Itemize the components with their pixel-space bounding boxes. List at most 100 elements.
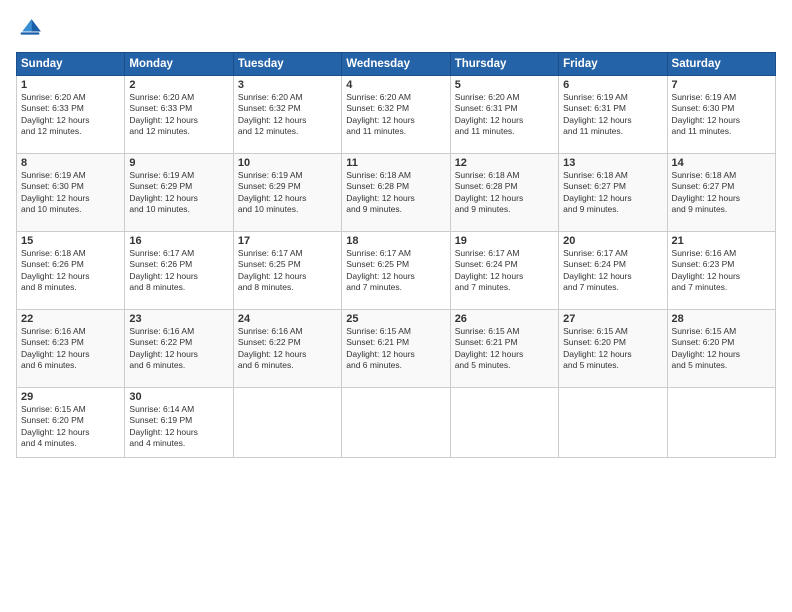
day-number: 6: [563, 79, 662, 91]
day-info: Sunrise: 6:16 AMSunset: 6:23 PMDaylight:…: [672, 248, 771, 294]
day-cell: 18Sunrise: 6:17 AMSunset: 6:25 PMDayligh…: [342, 232, 450, 310]
day-cell: [233, 388, 341, 458]
day-number: 29: [21, 391, 120, 403]
logo-icon: [16, 16, 44, 44]
day-cell: 20Sunrise: 6:17 AMSunset: 6:24 PMDayligh…: [559, 232, 667, 310]
day-number: 26: [455, 313, 554, 325]
day-info: Sunrise: 6:19 AMSunset: 6:31 PMDaylight:…: [563, 92, 662, 138]
calendar: SundayMondayTuesdayWednesdayThursdayFrid…: [16, 52, 776, 458]
day-cell: 12Sunrise: 6:18 AMSunset: 6:28 PMDayligh…: [450, 154, 558, 232]
day-number: 28: [672, 313, 771, 325]
day-info: Sunrise: 6:17 AMSunset: 6:24 PMDaylight:…: [563, 248, 662, 294]
col-header-thursday: Thursday: [450, 53, 558, 76]
day-cell: 27Sunrise: 6:15 AMSunset: 6:20 PMDayligh…: [559, 310, 667, 388]
day-number: 23: [129, 313, 228, 325]
day-info: Sunrise: 6:19 AMSunset: 6:29 PMDaylight:…: [129, 170, 228, 216]
day-cell: 29Sunrise: 6:15 AMSunset: 6:20 PMDayligh…: [17, 388, 125, 458]
day-number: 10: [238, 157, 337, 169]
day-info: Sunrise: 6:18 AMSunset: 6:27 PMDaylight:…: [672, 170, 771, 216]
day-number: 3: [238, 79, 337, 91]
day-info: Sunrise: 6:20 AMSunset: 6:32 PMDaylight:…: [238, 92, 337, 138]
day-info: Sunrise: 6:18 AMSunset: 6:28 PMDaylight:…: [346, 170, 445, 216]
day-info: Sunrise: 6:15 AMSunset: 6:20 PMDaylight:…: [672, 326, 771, 372]
day-cell: [559, 388, 667, 458]
page: SundayMondayTuesdayWednesdayThursdayFrid…: [0, 0, 792, 612]
day-info: Sunrise: 6:18 AMSunset: 6:28 PMDaylight:…: [455, 170, 554, 216]
day-number: 9: [129, 157, 228, 169]
day-info: Sunrise: 6:18 AMSunset: 6:27 PMDaylight:…: [563, 170, 662, 216]
day-cell: 13Sunrise: 6:18 AMSunset: 6:27 PMDayligh…: [559, 154, 667, 232]
col-header-friday: Friday: [559, 53, 667, 76]
day-number: 2: [129, 79, 228, 91]
day-cell: 16Sunrise: 6:17 AMSunset: 6:26 PMDayligh…: [125, 232, 233, 310]
day-number: 11: [346, 157, 445, 169]
day-number: 5: [455, 79, 554, 91]
col-header-tuesday: Tuesday: [233, 53, 341, 76]
day-cell: 25Sunrise: 6:15 AMSunset: 6:21 PMDayligh…: [342, 310, 450, 388]
day-cell: [342, 388, 450, 458]
day-cell: 2Sunrise: 6:20 AMSunset: 6:33 PMDaylight…: [125, 76, 233, 154]
day-info: Sunrise: 6:16 AMSunset: 6:23 PMDaylight:…: [21, 326, 120, 372]
day-cell: 10Sunrise: 6:19 AMSunset: 6:29 PMDayligh…: [233, 154, 341, 232]
header: [16, 16, 776, 44]
day-cell: 14Sunrise: 6:18 AMSunset: 6:27 PMDayligh…: [667, 154, 775, 232]
day-cell: [667, 388, 775, 458]
day-cell: 1Sunrise: 6:20 AMSunset: 6:33 PMDaylight…: [17, 76, 125, 154]
day-number: 25: [346, 313, 445, 325]
day-info: Sunrise: 6:15 AMSunset: 6:21 PMDaylight:…: [455, 326, 554, 372]
day-info: Sunrise: 6:19 AMSunset: 6:29 PMDaylight:…: [238, 170, 337, 216]
day-info: Sunrise: 6:20 AMSunset: 6:31 PMDaylight:…: [455, 92, 554, 138]
day-cell: 11Sunrise: 6:18 AMSunset: 6:28 PMDayligh…: [342, 154, 450, 232]
day-cell: 5Sunrise: 6:20 AMSunset: 6:31 PMDaylight…: [450, 76, 558, 154]
col-header-wednesday: Wednesday: [342, 53, 450, 76]
day-cell: 22Sunrise: 6:16 AMSunset: 6:23 PMDayligh…: [17, 310, 125, 388]
day-cell: 6Sunrise: 6:19 AMSunset: 6:31 PMDaylight…: [559, 76, 667, 154]
day-cell: 28Sunrise: 6:15 AMSunset: 6:20 PMDayligh…: [667, 310, 775, 388]
day-cell: 26Sunrise: 6:15 AMSunset: 6:21 PMDayligh…: [450, 310, 558, 388]
day-cell: 17Sunrise: 6:17 AMSunset: 6:25 PMDayligh…: [233, 232, 341, 310]
day-cell: 9Sunrise: 6:19 AMSunset: 6:29 PMDaylight…: [125, 154, 233, 232]
day-cell: 15Sunrise: 6:18 AMSunset: 6:26 PMDayligh…: [17, 232, 125, 310]
day-number: 27: [563, 313, 662, 325]
day-cell: 19Sunrise: 6:17 AMSunset: 6:24 PMDayligh…: [450, 232, 558, 310]
day-info: Sunrise: 6:18 AMSunset: 6:26 PMDaylight:…: [21, 248, 120, 294]
day-cell: 7Sunrise: 6:19 AMSunset: 6:30 PMDaylight…: [667, 76, 775, 154]
day-number: 7: [672, 79, 771, 91]
day-info: Sunrise: 6:15 AMSunset: 6:21 PMDaylight:…: [346, 326, 445, 372]
day-number: 21: [672, 235, 771, 247]
col-header-monday: Monday: [125, 53, 233, 76]
day-cell: 21Sunrise: 6:16 AMSunset: 6:23 PMDayligh…: [667, 232, 775, 310]
day-number: 8: [21, 157, 120, 169]
day-info: Sunrise: 6:17 AMSunset: 6:24 PMDaylight:…: [455, 248, 554, 294]
day-number: 20: [563, 235, 662, 247]
day-info: Sunrise: 6:15 AMSunset: 6:20 PMDaylight:…: [563, 326, 662, 372]
day-cell: 4Sunrise: 6:20 AMSunset: 6:32 PMDaylight…: [342, 76, 450, 154]
day-cell: 8Sunrise: 6:19 AMSunset: 6:30 PMDaylight…: [17, 154, 125, 232]
day-info: Sunrise: 6:17 AMSunset: 6:25 PMDaylight:…: [238, 248, 337, 294]
day-cell: 23Sunrise: 6:16 AMSunset: 6:22 PMDayligh…: [125, 310, 233, 388]
day-number: 15: [21, 235, 120, 247]
day-number: 14: [672, 157, 771, 169]
col-header-saturday: Saturday: [667, 53, 775, 76]
logo: [16, 16, 48, 44]
day-info: Sunrise: 6:17 AMSunset: 6:26 PMDaylight:…: [129, 248, 228, 294]
day-number: 17: [238, 235, 337, 247]
day-number: 22: [21, 313, 120, 325]
day-number: 1: [21, 79, 120, 91]
day-number: 16: [129, 235, 228, 247]
day-number: 30: [129, 391, 228, 403]
day-info: Sunrise: 6:15 AMSunset: 6:20 PMDaylight:…: [21, 404, 120, 450]
day-number: 19: [455, 235, 554, 247]
day-number: 12: [455, 157, 554, 169]
day-number: 18: [346, 235, 445, 247]
day-number: 13: [563, 157, 662, 169]
day-cell: 30Sunrise: 6:14 AMSunset: 6:19 PMDayligh…: [125, 388, 233, 458]
day-number: 24: [238, 313, 337, 325]
day-cell: [450, 388, 558, 458]
day-number: 4: [346, 79, 445, 91]
day-info: Sunrise: 6:20 AMSunset: 6:32 PMDaylight:…: [346, 92, 445, 138]
day-info: Sunrise: 6:20 AMSunset: 6:33 PMDaylight:…: [129, 92, 228, 138]
day-info: Sunrise: 6:16 AMSunset: 6:22 PMDaylight:…: [238, 326, 337, 372]
day-cell: 3Sunrise: 6:20 AMSunset: 6:32 PMDaylight…: [233, 76, 341, 154]
day-info: Sunrise: 6:19 AMSunset: 6:30 PMDaylight:…: [21, 170, 120, 216]
